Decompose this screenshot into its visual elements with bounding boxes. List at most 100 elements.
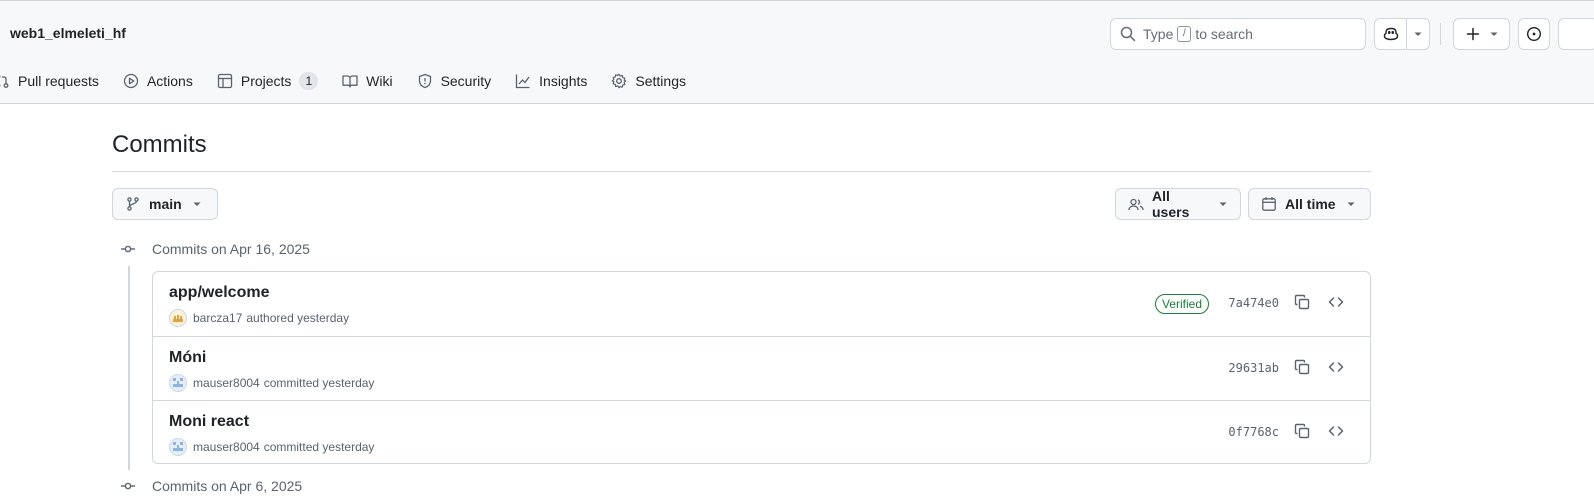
copilot-dropdown[interactable] [1407,19,1429,49]
git-commit-icon [121,245,135,253]
repo-nav: Pull requests Actions Projects 1 Wiki Se… [0,63,702,99]
search-input[interactable]: Type / to search [1110,18,1366,50]
code-icon [1328,362,1344,372]
triangle-down-icon [193,202,201,206]
time-filter-label: All time [1285,196,1336,212]
copilot-icon [1383,27,1398,41]
commit-author-link[interactable]: barcza17 [193,311,242,325]
commit-message-link[interactable]: Móni [169,349,206,367]
commit-sha-link[interactable]: 7a474e0 [1228,296,1279,310]
repo-header: web1_elmeleti_hf Type / to search Pull r… [0,0,1594,104]
triangle-down-icon [1414,32,1422,36]
commit-row: Móni mauser8004 committed yesterday 2963… [153,336,1370,400]
shield-icon [418,73,431,89]
branch-select-button[interactable]: main [112,188,218,220]
triangle-down-icon [1490,32,1497,36]
commit-meta: mauser8004 committed yesterday [169,374,374,392]
copy-sha-button[interactable] [1288,353,1316,381]
projects-count-badge: 1 [299,72,319,90]
avatar[interactable] [169,374,187,392]
issues-button[interactable] [1518,18,1550,50]
commit-meta: mauser8004 committed yesterday [169,438,374,456]
commit-group-label: Commits on Apr 16, 2025 [152,241,310,257]
copy-icon [1294,359,1310,375]
tab-label: Insights [539,73,588,89]
people-icon [1128,198,1144,211]
search-suffix: to search [1195,26,1253,42]
tab-label: Settings [635,73,686,89]
commit-action-text: committed yesterday [263,376,375,390]
copy-sha-button[interactable] [1288,417,1316,445]
commit-row: app/welcome barcza17 authored yesterday … [153,272,1370,336]
search-prefix: Type [1143,26,1174,42]
tab-label: Security [440,73,492,89]
commit-action-text: authored yesterday [246,311,350,325]
graph-icon [515,74,530,89]
commit-message-link[interactable]: app/welcome [169,284,269,302]
time-filter-button[interactable]: All time [1248,188,1371,220]
tab-label: Wiki [366,73,393,89]
commit-message-link[interactable]: Moni react [169,413,249,431]
commit-author-link[interactable]: mauser8004 [193,376,260,390]
tab-label: Pull requests [18,73,99,89]
repo-name[interactable]: web1_elmeleti_hf [10,25,126,41]
commit-list: app/welcome barcza17 authored yesterday … [152,271,1371,464]
avatar[interactable] [169,438,187,456]
play-icon [123,73,139,89]
plus-icon [1466,27,1479,41]
code-icon [1328,297,1344,307]
commit-meta: barcza17 authored yesterday [169,309,349,327]
copilot-button-group [1374,18,1430,50]
tab-actions[interactable]: Actions [115,65,201,97]
verified-badge[interactable]: Verified [1154,294,1209,314]
title-divider [112,171,1371,172]
commit-group-heading: Commits on Apr 16, 2025 [120,241,310,257]
commit-row: Moni react mauser8004 committed yesterda… [153,400,1370,463]
book-icon [342,75,358,88]
git-branch-icon [127,197,139,211]
issue-opened-icon [1526,26,1542,42]
identicon-icon [173,378,183,387]
header-divider [1440,23,1441,45]
timeline-line [128,266,130,470]
browse-files-button[interactable] [1322,288,1350,316]
copy-icon [1294,423,1310,439]
pull-request-icon [0,75,9,88]
users-filter-button[interactable]: All users [1115,188,1241,220]
commit-sha-link[interactable]: 29631ab [1228,361,1279,375]
commit-group-label: Commits on Apr 6, 2025 [152,478,303,494]
tab-security[interactable]: Security [409,65,500,97]
browse-files-button[interactable] [1322,353,1350,381]
gear-icon [612,73,627,89]
tab-pull-requests[interactable]: Pull requests [0,65,107,97]
triangle-down-icon [1219,202,1227,206]
tab-settings[interactable]: Settings [603,65,694,97]
tab-insights[interactable]: Insights [507,65,595,97]
identicon-icon [173,442,183,451]
search-icon [1120,26,1136,42]
users-filter-label: All users [1152,188,1190,220]
copy-icon [1294,294,1310,310]
browse-files-button[interactable] [1322,417,1350,445]
copy-sha-button[interactable] [1288,288,1316,316]
calendar-icon [1262,197,1276,211]
tab-projects[interactable]: Projects 1 [209,65,326,97]
tab-wiki[interactable]: Wiki [334,65,400,97]
copilot-button[interactable] [1375,19,1407,49]
branch-label: main [149,196,182,212]
tab-label: Projects [240,73,292,89]
search-shortcut-key: / [1177,26,1192,42]
table-icon [217,73,233,89]
avatar[interactable] [169,309,187,327]
commit-author-link[interactable]: mauser8004 [193,440,260,454]
create-new-button[interactable] [1453,18,1510,50]
pull-requests-header-button[interactable] [1558,18,1594,50]
commit-action-text: committed yesterday [263,440,375,454]
page-title: Commits [112,131,207,158]
code-icon [1328,426,1344,436]
triangle-down-icon [1347,202,1355,206]
commit-sha-link[interactable]: 0f7768c [1228,425,1279,439]
commit-group-heading: Commits on Apr 6, 2025 [120,478,302,494]
tab-label: Actions [146,73,193,89]
identicon-icon [173,315,183,322]
